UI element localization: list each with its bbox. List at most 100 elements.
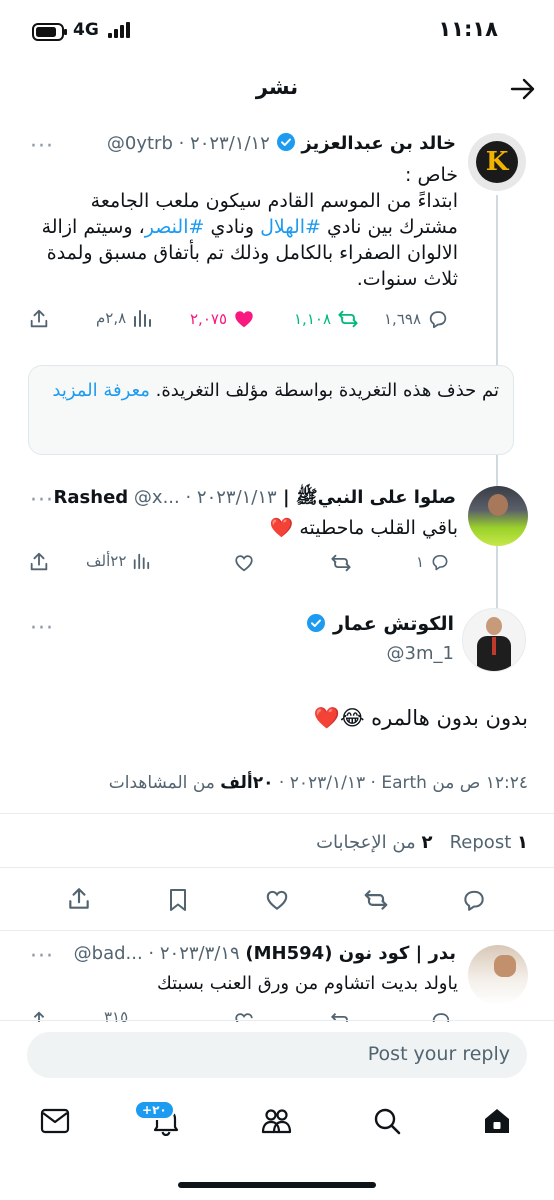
tweet-date: ١٢:٢٤ ص من Earth · ٢٠٢٣/١/١٣ (289, 773, 528, 793)
engagement-row: ١ Repost ٢ من الإعجابات (316, 832, 528, 853)
tweet-text: خاص : ابتداءً من الموسم القادم سيكون ملع… (28, 162, 458, 292)
verified-badge-icon (306, 613, 326, 633)
heart-icon[interactable] (264, 887, 290, 917)
divider (0, 867, 554, 868)
text-span: مشترك بين نادي (320, 216, 458, 238)
header: نشر (0, 62, 554, 116)
reply-action[interactable]: ١ (416, 552, 450, 572)
divider (0, 1020, 554, 1021)
avatar-tie (492, 637, 496, 655)
learn-more-link[interactable]: معرفة المزيد (52, 380, 150, 401)
tweet-line: ثلاث سنوات. (356, 268, 458, 290)
text-span: ونادي (204, 216, 261, 238)
share-icon[interactable] (66, 886, 92, 916)
notice-text: تم حذف هذه التغريدة بواسطة مؤلف التغريدة… (155, 380, 499, 401)
avatar[interactable] (468, 486, 528, 546)
tweet-text: ياولد بديت اتشاوم من ورق العنب بسبتك (156, 973, 458, 994)
bookmark-icon[interactable] (166, 887, 190, 917)
bottom-nav: +٢٠ (0, 1088, 554, 1200)
tweet-line: خاص : (405, 164, 458, 186)
analytics-icon (132, 308, 152, 328)
reply-icon (430, 552, 450, 572)
author-name[interactable]: خالد بن عبدالعزيز (301, 133, 456, 154)
tweet-meta: @bad... · ٢٠٢٣/٣/١٩ (73, 943, 240, 964)
tweet-header: بدر | كود نون (MH594) @bad... · ٢٠٢٣/٣/١… (74, 943, 456, 964)
repost-count[interactable]: ١ (517, 832, 528, 853)
retweet-icon[interactable] (363, 887, 389, 917)
divider (0, 813, 554, 814)
retweet-count: ١,١٠٨ (294, 310, 331, 328)
views-label: من المشاهدات (108, 773, 215, 793)
avatar-logo: K (476, 141, 518, 183)
share-icon[interactable] (28, 308, 50, 334)
analytics-icon (132, 552, 150, 570)
retweet-icon[interactable] (330, 552, 352, 578)
retweet-action[interactable]: ١,١٠٨ (294, 308, 359, 330)
views-action[interactable]: ٢٢ألف (86, 552, 150, 570)
avatar[interactable] (468, 945, 528, 1005)
reply-count: ١,٦٩٨ (384, 310, 421, 328)
separator-dot: · (273, 773, 285, 793)
status-time: ١١:١٨ (438, 17, 498, 41)
reply-count: ١ (416, 553, 425, 571)
views-count: ٢٠ألف (220, 773, 274, 793)
divider (0, 930, 554, 931)
avatar[interactable]: K (468, 133, 526, 191)
tweet-line: مشترك بين نادي #الهلال ونادي #النصر، وسي… (28, 214, 458, 240)
more-options-icon[interactable]: ··· (30, 618, 54, 640)
tweet-meta: @0ytrb · ٢٠٢٣/١/١٢ (106, 133, 270, 154)
like-action[interactable]: ٢,٠٧٥ (190, 308, 255, 330)
verified-badge-icon (276, 132, 296, 152)
tweet-text: باقي القلب ماحطيته ❤️ (269, 517, 458, 539)
more-options-icon[interactable]: ··· (30, 136, 54, 158)
reply-icon (427, 308, 449, 330)
hashtag-link[interactable]: #الهلال (260, 216, 321, 238)
like-count: ٢,٠٧٥ (190, 310, 227, 328)
home-indicator (178, 1182, 376, 1188)
avatar-head (486, 617, 502, 635)
views-count: ٢,٨م (96, 309, 127, 327)
author-name[interactable]: بدر | كود نون (MH594) (245, 943, 456, 964)
heart-filled-icon (233, 308, 255, 330)
share-icon[interactable] (28, 551, 50, 577)
home-icon[interactable] (482, 1106, 512, 1140)
reply-icon[interactable] (461, 887, 487, 917)
likes-label[interactable]: من الإعجابات (316, 832, 416, 853)
tweet-meta: @x... · ٢٠٢٣/١/١٣ (133, 487, 277, 508)
author-name[interactable]: الكوتش عمار (333, 613, 454, 635)
retweet-icon (337, 308, 359, 330)
battery-icon (32, 23, 68, 45)
back-arrow-icon[interactable] (510, 77, 536, 105)
more-options-icon[interactable]: ··· (30, 490, 54, 512)
network-label: 4G (73, 20, 99, 40)
tweet-line: ابتداءً من الموسم القادم سيكون ملعب الجا… (90, 190, 458, 212)
main-tweet-text: بدون بدون هالمره 😂❤️ (313, 706, 528, 730)
tweet-line: الالوان الصفراء بالكامل وذلك تم بأتفاق م… (46, 242, 458, 264)
reply-composer[interactable]: Post your reply (27, 1032, 527, 1078)
main-author-row: الكوتش عمار (306, 613, 454, 635)
author-handle[interactable]: @3m_1 (387, 643, 454, 664)
hashtag-link[interactable]: #النصر (145, 216, 205, 238)
tweet-timestamp-row: ١٢:٢٤ ص من Earth · ٢٠٢٣/١/١٣ · ٢٠ألف من … (109, 773, 528, 793)
tweet-header: صلوا على النبيﷺ | Rashed @x... · ٢٠٢٣/١/… (54, 486, 456, 512)
signal-icon (108, 22, 132, 42)
views-action[interactable]: ٢,٨م (96, 308, 152, 328)
likes-count[interactable]: ٢ (421, 832, 432, 853)
reply-input-placeholder[interactable]: Post your reply (368, 1043, 510, 1065)
reply-action[interactable]: ١,٦٩٨ (384, 308, 449, 330)
avatar-hand (494, 955, 516, 977)
avatar-figure (488, 494, 508, 516)
status-bar: 4G ١١:١٨ (0, 0, 554, 60)
text-span: ، وسيتم ازالة (41, 216, 145, 238)
more-options-icon[interactable]: ··· (30, 946, 54, 968)
views-count: ٢٢ألف (86, 552, 127, 570)
page-title: نشر (255, 75, 299, 99)
messages-icon[interactable] (40, 1108, 70, 1138)
avatar[interactable] (462, 608, 526, 672)
notifications-badge: +٢٠ (134, 1100, 175, 1120)
heart-icon[interactable] (233, 552, 255, 578)
communities-icon[interactable] (260, 1106, 292, 1140)
tweet-header: خالد بن عبدالعزيز @0ytrb · ٢٠٢٣/١/١٢ (107, 132, 456, 154)
repost-label[interactable]: Repost (450, 832, 512, 853)
search-icon[interactable] (372, 1106, 402, 1140)
